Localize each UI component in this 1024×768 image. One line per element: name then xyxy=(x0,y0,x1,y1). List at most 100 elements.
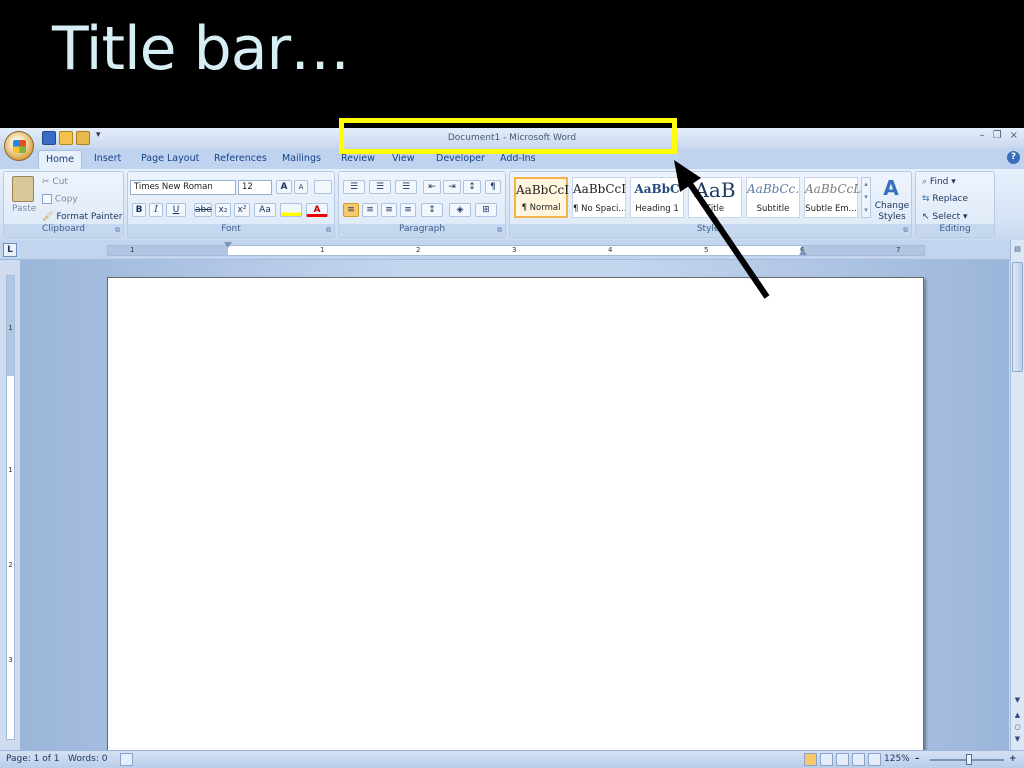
zoom-slider-thumb[interactable] xyxy=(966,754,972,765)
paste-icon[interactable] xyxy=(12,176,34,202)
select-browse-object-icon[interactable]: ○ xyxy=(1012,722,1023,733)
web-layout-icon[interactable] xyxy=(836,753,849,766)
styles-dialog-launcher-icon[interactable]: ⧉ xyxy=(903,226,908,235)
sort-icon[interactable]: ↕ xyxy=(463,180,481,194)
style-no-spacing[interactable]: AaBbCcI ¶ No Spaci... xyxy=(572,177,626,218)
outline-view-icon[interactable] xyxy=(852,753,865,766)
font-color-button[interactable]: A xyxy=(306,203,328,217)
copy-button[interactable]: Copy xyxy=(42,194,78,205)
shading-icon[interactable]: ◈ xyxy=(449,203,471,217)
ruler-tick: 2 xyxy=(416,246,421,254)
find-label: Find xyxy=(929,177,949,187)
dialog-launcher-icon[interactable]: ⧉ xyxy=(115,226,120,235)
change-styles-label-1[interactable]: Change xyxy=(874,201,910,211)
paragraph-dialog-launcher-icon[interactable]: ⧉ xyxy=(497,226,502,235)
italic-button[interactable]: I xyxy=(149,203,163,217)
style-name: ¶ Normal xyxy=(521,203,561,213)
previous-page-icon[interactable]: ▲ xyxy=(1012,710,1023,721)
tab-review[interactable]: Review xyxy=(341,153,375,164)
style-title[interactable]: AaB Title xyxy=(688,177,742,218)
font-name-field[interactable]: Times New Roman xyxy=(130,180,236,195)
increase-indent-icon[interactable]: ⇥ xyxy=(443,180,461,194)
paste-button[interactable]: Paste xyxy=(12,204,36,214)
shrink-font-button[interactable]: A xyxy=(294,180,308,194)
full-screen-reading-icon[interactable] xyxy=(820,753,833,766)
minimize-button[interactable]: – xyxy=(980,130,985,141)
decrease-indent-icon[interactable]: ⇤ xyxy=(423,180,441,194)
page-count[interactable]: Page: 1 of 1 xyxy=(6,754,60,764)
justify-icon[interactable]: ≡ xyxy=(400,203,416,217)
zoom-out-button[interactable]: – xyxy=(915,754,920,764)
word-count[interactable]: Words: 0 xyxy=(68,754,107,764)
show-marks-button[interactable]: ¶ xyxy=(485,180,501,194)
borders-icon[interactable]: ⊞ xyxy=(475,203,497,217)
style-heading-1[interactable]: AaBbC Heading 1 xyxy=(630,177,684,218)
right-indent-marker[interactable] xyxy=(799,249,807,255)
vertical-scrollbar[interactable]: ▤ ▼ ▲ ○ ▼ xyxy=(1010,240,1024,750)
first-line-indent-marker[interactable] xyxy=(224,242,232,248)
find-button[interactable]: ⌕ Find ▾ xyxy=(922,177,956,187)
vertical-ruler[interactable]: 1 1 2 3 xyxy=(6,275,15,740)
numbering-icon[interactable]: ☰ xyxy=(369,180,391,194)
scroll-thumb[interactable] xyxy=(1012,262,1023,372)
subscript-button[interactable]: x₂ xyxy=(215,203,231,217)
change-case-button[interactable]: Aa xyxy=(254,203,276,217)
bullets-icon[interactable]: ☰ xyxy=(343,180,365,194)
ruler-tick: 1 xyxy=(320,246,325,254)
align-left-icon[interactable]: ≡ xyxy=(343,203,359,217)
style-subtitle[interactable]: AaBbCc. Subtitle xyxy=(746,177,800,218)
style-subtle-emphasis[interactable]: AaBbCcL Subtle Em... xyxy=(804,177,862,218)
select-button[interactable]: ↖ Select ▾ xyxy=(922,212,968,222)
change-styles-icon[interactable]: A xyxy=(878,176,904,200)
replace-button[interactable]: ⇆ Replace xyxy=(922,194,968,204)
ribbon: Paste ✂ Cut Copy 🖌 Format Painter Clipbo… xyxy=(0,169,1024,240)
multilevel-list-icon[interactable]: ☰ xyxy=(395,180,417,194)
ruler-toggle-icon[interactable]: ▤ xyxy=(1012,244,1023,255)
highlight-color-icon[interactable] xyxy=(280,203,302,217)
tab-insert[interactable]: Insert xyxy=(94,153,121,164)
tab-page-layout[interactable]: Page Layout xyxy=(141,153,199,164)
office-button[interactable] xyxy=(4,131,34,161)
styles-scroll-icon[interactable]: ▴ ▾ ▾ xyxy=(861,177,871,218)
font-size-field[interactable]: 12 xyxy=(238,180,272,195)
tab-add-ins[interactable]: Add-Ins xyxy=(500,153,536,164)
clipboard-group: Paste ✂ Cut Copy 🖌 Format Painter Clipbo… xyxy=(3,171,124,238)
grow-font-button[interactable]: A xyxy=(276,180,292,194)
tab-developer[interactable]: Developer xyxy=(436,153,485,164)
tab-home[interactable]: Home xyxy=(38,150,82,169)
close-button[interactable]: × xyxy=(1010,130,1018,141)
zoom-in-button[interactable]: + xyxy=(1009,754,1017,764)
draft-view-icon[interactable] xyxy=(868,753,881,766)
line-spacing-icon[interactable]: ↕ xyxy=(421,203,443,217)
tab-view[interactable]: View xyxy=(392,153,415,164)
restore-button[interactable]: ❐ xyxy=(993,130,1002,141)
tab-references[interactable]: References xyxy=(214,153,267,164)
zoom-level[interactable]: 125% xyxy=(884,754,910,764)
style-normal[interactable]: AaBbCcI ¶ Normal xyxy=(514,177,569,218)
ruler-tick: 3 xyxy=(512,246,517,254)
scroll-down-icon[interactable]: ▼ xyxy=(1012,695,1023,706)
horizontal-ruler[interactable]: 1 1 2 3 4 5 6 7 xyxy=(107,242,925,256)
bold-button[interactable]: B xyxy=(132,203,146,217)
tab-mailings[interactable]: Mailings xyxy=(282,153,321,164)
scissors-icon: ✂ xyxy=(42,177,50,187)
slide: Title bar… ▾ Document1 - Microsoft Word … xyxy=(0,0,1024,768)
tab-selector[interactable]: L xyxy=(3,243,17,257)
cut-button[interactable]: ✂ Cut xyxy=(42,177,68,187)
align-right-icon[interactable]: ≡ xyxy=(381,203,397,217)
style-sample: AaBbCcL xyxy=(805,182,862,196)
clear-formatting-icon[interactable] xyxy=(314,180,332,194)
strikethrough-button[interactable]: abe xyxy=(194,203,212,217)
format-painter-button[interactable]: 🖌 Format Painter xyxy=(42,212,122,222)
underline-button[interactable]: U xyxy=(166,203,186,217)
document-area xyxy=(20,260,1009,757)
print-layout-view-icon[interactable] xyxy=(804,753,817,766)
font-dialog-launcher-icon[interactable]: ⧉ xyxy=(326,226,331,235)
proofing-icon[interactable] xyxy=(120,753,133,766)
superscript-button[interactable]: x² xyxy=(234,203,250,217)
document-page[interactable] xyxy=(107,277,924,757)
help-icon[interactable]: ? xyxy=(1007,151,1020,164)
change-styles-label-2[interactable]: Styles xyxy=(874,212,910,222)
next-page-icon[interactable]: ▼ xyxy=(1012,734,1023,745)
align-center-icon[interactable]: ≡ xyxy=(362,203,378,217)
